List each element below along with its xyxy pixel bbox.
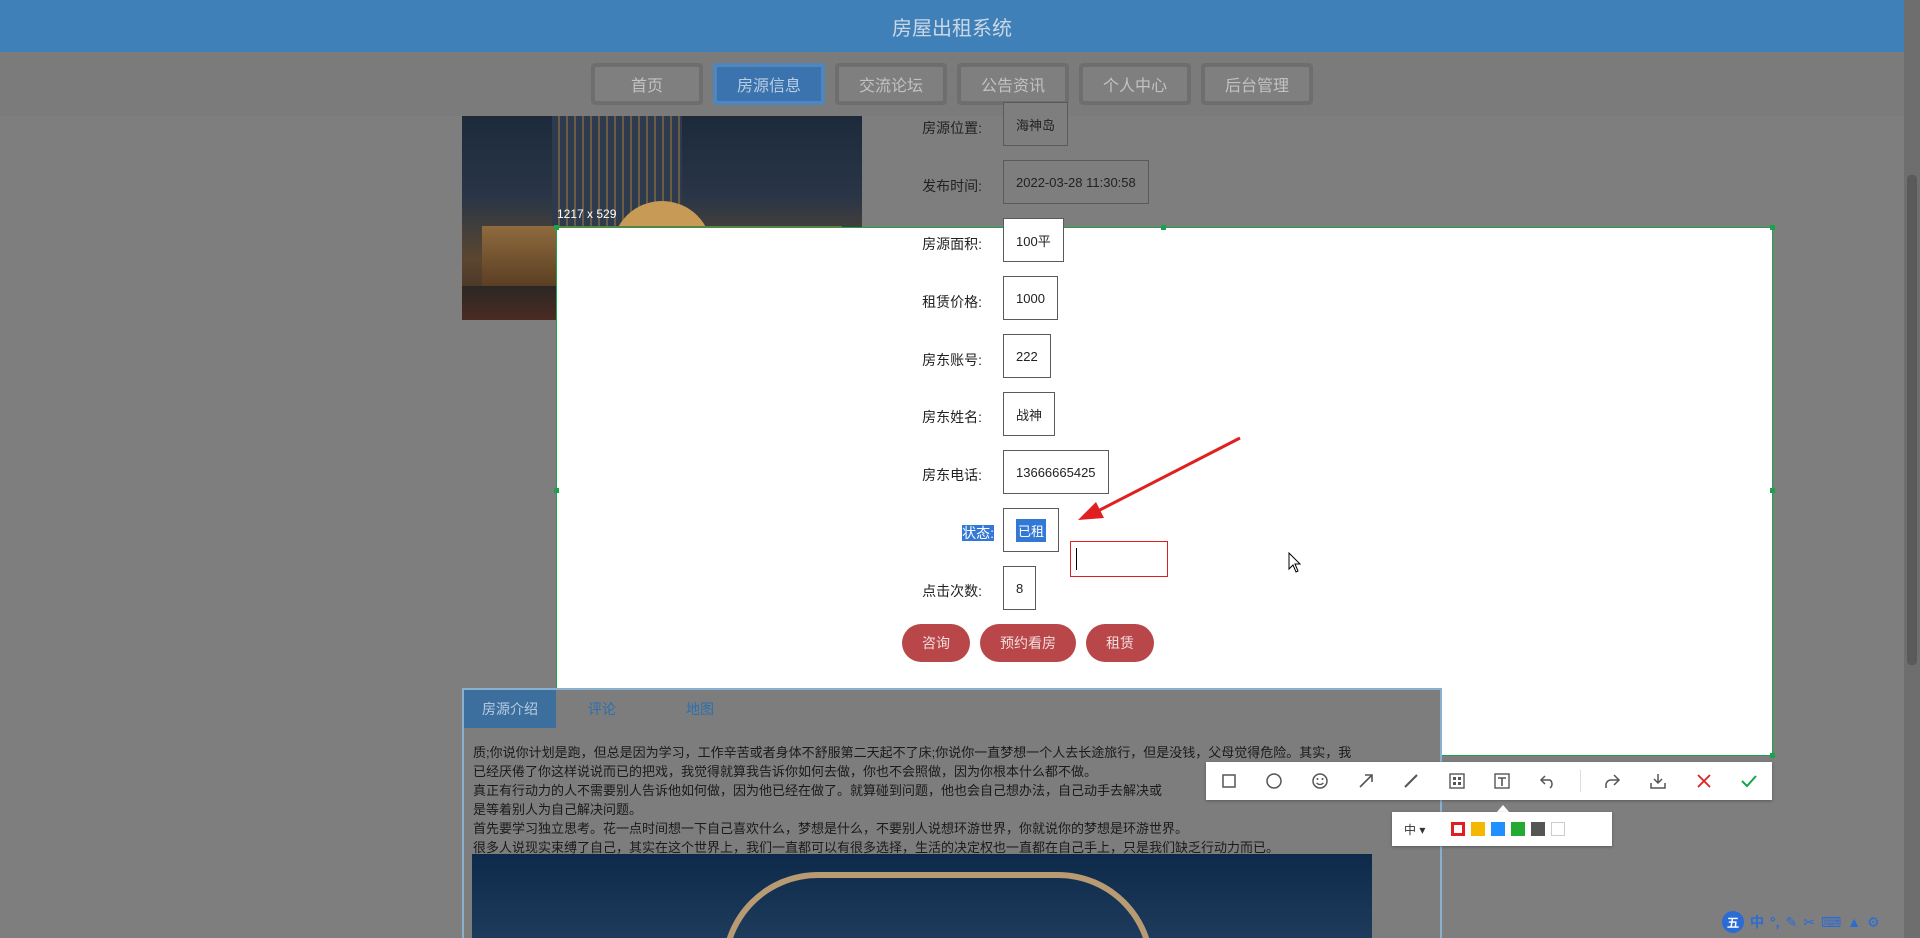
line-icon[interactable] xyxy=(1397,767,1425,795)
owner-name-label: 房东姓名: xyxy=(922,409,982,425)
scrollbar-thumb[interactable] xyxy=(1907,175,1917,665)
consult-button[interactable]: 咨询 xyxy=(902,624,970,662)
color-gray-swatch[interactable] xyxy=(1531,822,1546,836)
color-yellow-swatch[interactable] xyxy=(1471,822,1486,836)
resize-handle[interactable] xyxy=(1161,225,1166,230)
settings-icon[interactable]: ⚙ xyxy=(1867,914,1880,931)
toolbar-divider xyxy=(1579,770,1581,792)
color-red-swatch[interactable] xyxy=(1451,822,1466,836)
intro-line: 是等着别人为自己解决问题。 xyxy=(473,802,643,817)
text-icon[interactable] xyxy=(1488,767,1516,795)
main-nav: 首页 房源信息 交流论坛 公告资讯 个人中心 后台管理 xyxy=(0,52,1904,116)
clicks-label: 点击次数: xyxy=(922,583,982,599)
tab-map[interactable]: 地图 xyxy=(654,690,746,728)
resize-handle[interactable] xyxy=(1770,488,1775,493)
annotation-text-input[interactable] xyxy=(1070,541,1168,577)
capture-toolbar xyxy=(1206,762,1772,800)
nav-listings[interactable]: 房源信息 xyxy=(713,63,825,105)
area-value: 100平 xyxy=(1003,218,1064,262)
color-blue-swatch[interactable] xyxy=(1491,822,1506,836)
resize-handle[interactable] xyxy=(1770,225,1775,230)
published-value: 2022-03-28 11:30:58 xyxy=(1003,160,1149,204)
download-icon[interactable] xyxy=(1644,767,1672,795)
owner-name-value: 战神 xyxy=(1003,392,1056,436)
rent-button[interactable]: 租赁 xyxy=(1086,624,1154,662)
location-label: 房源位置: xyxy=(922,120,982,136)
price-value: 1000 xyxy=(1003,276,1058,320)
page-scrollbar[interactable] xyxy=(1904,0,1920,938)
share-icon[interactable] xyxy=(1598,767,1626,795)
intro-line: 真正有行动力的人不需要别人告诉他如何做，因为他已经在做了。就算碰到问题，他也会自… xyxy=(473,783,1163,798)
nav-forum[interactable]: 交流论坛 xyxy=(835,63,947,105)
ime-logo-icon[interactable]: 五 xyxy=(1722,911,1744,933)
intro-photo xyxy=(472,854,1372,938)
nav-profile[interactable]: 个人中心 xyxy=(1079,63,1191,105)
status-value: 已租 xyxy=(1003,508,1060,552)
pen-icon[interactable]: ✎ xyxy=(1786,914,1798,931)
clicks-value: 8 xyxy=(1003,566,1037,610)
nav-home[interactable]: 首页 xyxy=(591,63,703,105)
owner-account-label: 房东账号: xyxy=(922,352,982,368)
punctuation-icon[interactable]: °, xyxy=(1770,914,1780,930)
intro-line: 质;你说你计划是跑，但总是因为学习，工作辛苦或者身体不舒服第二天起不了床;你说你… xyxy=(473,745,1352,760)
color-white-swatch[interactable] xyxy=(1551,822,1566,836)
app-header: 房屋出租系统 xyxy=(0,0,1904,52)
arrow-icon[interactable] xyxy=(1352,767,1380,795)
detail-tabs: 房源介绍 评论 地图 xyxy=(462,688,1442,728)
location-value: 海神岛 xyxy=(1003,102,1069,146)
selection-size-label: 1217 x 529 xyxy=(557,207,617,221)
color-green-swatch[interactable] xyxy=(1511,822,1526,836)
rect-icon[interactable] xyxy=(1215,767,1243,795)
mosaic-icon[interactable] xyxy=(1443,767,1471,795)
owner-phone-label: 房东电话: xyxy=(922,467,982,483)
tab-intro[interactable]: 房源介绍 xyxy=(464,690,556,728)
app-title: 房屋出租系统 xyxy=(892,17,1012,40)
status-label: 状态: xyxy=(962,525,994,541)
published-label: 发布时间: xyxy=(922,178,982,194)
resize-handle[interactable] xyxy=(1770,753,1775,758)
cancel-icon[interactable] xyxy=(1690,767,1718,795)
status-label-wrap: 状态: xyxy=(862,523,994,543)
font-size-select[interactable]: 中 ▾ xyxy=(1404,821,1425,838)
tab-comments[interactable]: 评论 xyxy=(556,690,648,728)
intro-line: 首先要学习独立思考。花一点时间想一下自己喜欢什么，梦想是什么，不要别人说想环游世… xyxy=(473,821,1189,836)
price-label: 租赁价格: xyxy=(922,294,982,310)
ime-lang-toggle[interactable]: 中 xyxy=(1750,912,1764,932)
intro-line: 已经厌倦了你这样说说而已的把戏，我觉得就算我告诉你如何去做，你也不会照做，因为你… xyxy=(473,764,1098,779)
resize-handle[interactable] xyxy=(554,488,559,493)
cursor-icon xyxy=(1288,552,1302,573)
area-label: 房源面积: xyxy=(922,236,982,252)
ime-toolbar: 五 中 °, ✎ ✂ ⌨ ▲ ⚙ xyxy=(1722,910,1920,934)
confirm-icon[interactable] xyxy=(1735,767,1763,795)
keyboard-icon[interactable]: ⌨ xyxy=(1821,914,1841,931)
emoji-icon[interactable] xyxy=(1306,767,1334,795)
scissors-icon[interactable]: ✂ xyxy=(1803,914,1815,931)
ellipse-icon[interactable] xyxy=(1260,767,1288,795)
nav-admin[interactable]: 后台管理 xyxy=(1201,63,1313,105)
undo-icon[interactable] xyxy=(1534,767,1562,795)
resize-handle[interactable] xyxy=(554,225,559,230)
skin-icon[interactable]: ▲ xyxy=(1847,914,1861,930)
nav-news[interactable]: 公告资讯 xyxy=(957,63,1069,105)
annotation-arrow xyxy=(1078,436,1241,520)
color-palette: 中 ▾ xyxy=(1392,812,1612,846)
book-view-button[interactable]: 预约看房 xyxy=(980,624,1076,662)
owner-account-value: 222 xyxy=(1003,334,1051,378)
